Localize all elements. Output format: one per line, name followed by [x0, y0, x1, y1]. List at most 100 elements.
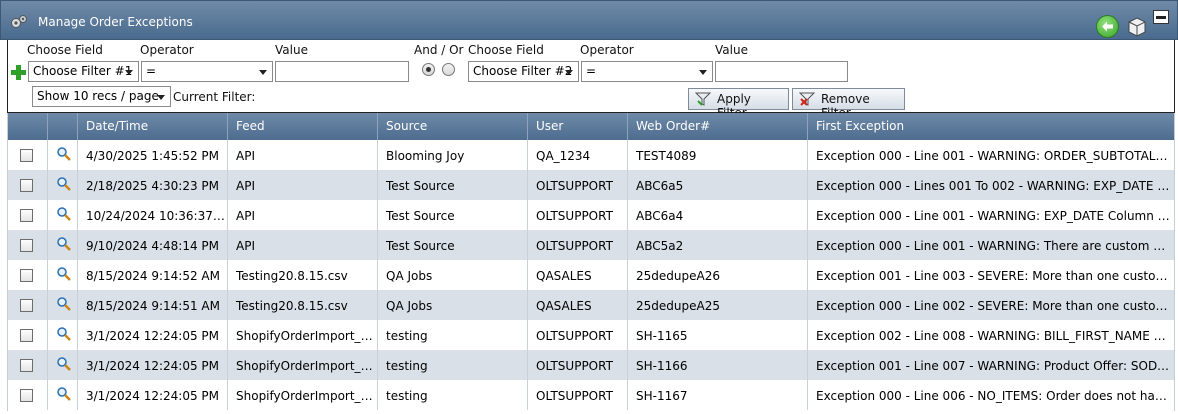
cell-view [48, 260, 78, 290]
cell-datetime: 3/1/2024 12:24:05 PM [78, 380, 228, 410]
cell-select [8, 140, 48, 170]
filter-panel: Choose Field Operator Value And / Or Cho… [7, 40, 1175, 120]
row-checkbox[interactable] [20, 209, 33, 222]
window-title: Manage Order Exceptions [38, 15, 193, 29]
cell-source: testing [378, 380, 528, 410]
cell-feed: API [228, 230, 378, 260]
back-arrow-icon[interactable] [1096, 15, 1119, 38]
current-filter-label: Current Filter: [173, 90, 256, 104]
cell-select [8, 320, 48, 350]
table-row[interactable]: 8/15/2024 9:14:51 AM Testing20.8.15.csv QA… [8, 290, 1174, 320]
cell-user: OLTSUPPORT [528, 320, 628, 350]
title-bar: Manage Order Exceptions [0, 0, 1178, 40]
cell-feed: API [228, 170, 378, 200]
filter1-field-select[interactable]: Choose Filter #1 [28, 61, 139, 82]
header-user[interactable]: User [528, 113, 628, 140]
apply-filter-icon [695, 92, 711, 106]
magnifier-icon[interactable] [56, 326, 72, 342]
row-checkbox[interactable] [20, 179, 33, 192]
magnifier-icon[interactable] [56, 266, 72, 282]
magnifier-icon[interactable] [56, 146, 72, 162]
cell-first-exception: Exception 000 - Lines 001 To 002 - WARNI… [816, 179, 1175, 193]
filter2-operator-value: = [586, 64, 597, 78]
table-row[interactable]: 3/1/2024 12:24:05 PM ShopifyOrderImport_0… [8, 380, 1174, 410]
page-size-value: Show 10 recs / page [37, 89, 159, 103]
add-filter-icon[interactable] [11, 65, 26, 80]
table-row[interactable]: 4/30/2025 1:45:52 PM API Blooming Joy QA_12… [8, 140, 1174, 170]
table-row[interactable]: 10/24/2024 10:36:37 AM API Test Source OLTS… [8, 200, 1174, 230]
cell-view [48, 320, 78, 350]
cell-select [8, 230, 48, 260]
cell-user: QA_1234 [528, 140, 628, 170]
cell-datetime: 4/30/2025 1:45:52 PM [78, 140, 228, 170]
filter2-operator-select[interactable]: = [581, 61, 713, 82]
magnifier-icon[interactable] [56, 386, 72, 402]
cell-web-order: ABC6a5 [628, 170, 808, 200]
cell-first-exception: Exception 000 - Line 001 - WARNING: Ther… [816, 239, 1174, 253]
and-radio[interactable] [422, 63, 435, 76]
cell-first-exception: Exception 001 - Line 007 - WARNING: Prod… [816, 359, 1175, 373]
and-or-label: And / Or [414, 43, 464, 57]
filter2-field-value: Choose Filter #2 [473, 64, 573, 78]
row-checkbox[interactable] [20, 299, 33, 312]
filter1-value-input[interactable] [275, 61, 409, 82]
minimize-icon[interactable] [1153, 10, 1169, 24]
cell-view [48, 290, 78, 320]
cell-web-order: SH-1167 [628, 380, 808, 410]
table-row[interactable]: 8/15/2024 9:14:52 AM Testing20.8.15.csv QA… [8, 260, 1174, 290]
cell-view [48, 380, 78, 410]
header-datetime[interactable]: Date/Time [78, 113, 228, 140]
row-checkbox[interactable] [20, 359, 33, 372]
cell-view [48, 170, 78, 200]
filter1-operator-select[interactable]: = [141, 61, 273, 82]
table-row[interactable]: 9/10/2024 4:48:14 PM API Test Source OLTSUP… [8, 230, 1174, 260]
table-row[interactable]: 3/1/2024 12:24:05 PM ShopifyOrderImport_0… [8, 320, 1174, 350]
remove-filter-button[interactable]: Remove Filter [792, 88, 905, 120]
cell-select [8, 260, 48, 290]
magnifier-icon[interactable] [56, 296, 72, 312]
grid-header: Date/Time Feed Source User Web Order# Fi… [8, 113, 1174, 140]
cell-feed: API [228, 140, 378, 170]
table-row[interactable]: 2/18/2025 4:30:23 PM API Test Source OLTSUP… [8, 170, 1175, 200]
gear-icon [11, 15, 27, 28]
row-checkbox[interactable] [20, 239, 33, 252]
magnifier-icon[interactable] [56, 206, 72, 222]
cell-datetime: 8/15/2024 9:14:51 AM [78, 290, 228, 320]
cell-source: Blooming Joy [378, 140, 528, 170]
table-row[interactable]: 3/1/2024 12:24:05 PM ShopifyOrderImport_0… [8, 350, 1175, 380]
cell-web-order: 25dedupeA25 [628, 290, 808, 320]
remove-filter-icon [799, 92, 815, 106]
cell-user: QASALES [528, 260, 628, 290]
cell-web-order: 25dedupeA26 [628, 260, 808, 290]
cell-web-order: TEST4089 [628, 140, 808, 170]
cell-source: Test Source [378, 200, 528, 230]
cell-view [48, 140, 78, 170]
or-radio[interactable] [442, 63, 455, 76]
row-checkbox[interactable] [20, 389, 33, 402]
header-feed[interactable]: Feed [228, 113, 378, 140]
row-checkbox[interactable] [20, 329, 33, 342]
box-icon[interactable] [1126, 15, 1148, 37]
cell-select [8, 170, 48, 200]
magnifier-icon[interactable] [56, 356, 72, 372]
cell-first-exception: Exception 000 - Line 001 - WARNING: ORDE… [816, 149, 1174, 163]
cell-source: Test Source [378, 170, 528, 200]
header-web-order[interactable]: Web Order# [628, 113, 808, 140]
filter2-field-select[interactable]: Choose Filter #2 [468, 61, 579, 82]
filter2-value-input[interactable] [715, 61, 848, 82]
header-source[interactable]: Source [378, 113, 528, 140]
cell-user: QASALES [528, 290, 628, 320]
cell-user: OLTSUPPORT [528, 170, 628, 200]
cell-datetime: 10/24/2024 10:36:37 AM [78, 200, 228, 230]
header-first-exception[interactable]: First Exception [808, 113, 1174, 140]
magnifier-icon[interactable] [56, 176, 72, 192]
filter1-field-value: Choose Filter #1 [33, 64, 133, 78]
row-checkbox[interactable] [20, 149, 33, 162]
page-size-select[interactable]: Show 10 recs / page [32, 86, 171, 107]
apply-filter-button[interactable]: Apply Filter [688, 88, 789, 120]
cell-view [48, 200, 78, 230]
row-checkbox[interactable] [20, 269, 33, 282]
cell-feed: ShopifyOrderImport_03... [228, 320, 378, 350]
magnifier-icon[interactable] [56, 236, 72, 252]
value-label-2: Value [715, 43, 748, 57]
